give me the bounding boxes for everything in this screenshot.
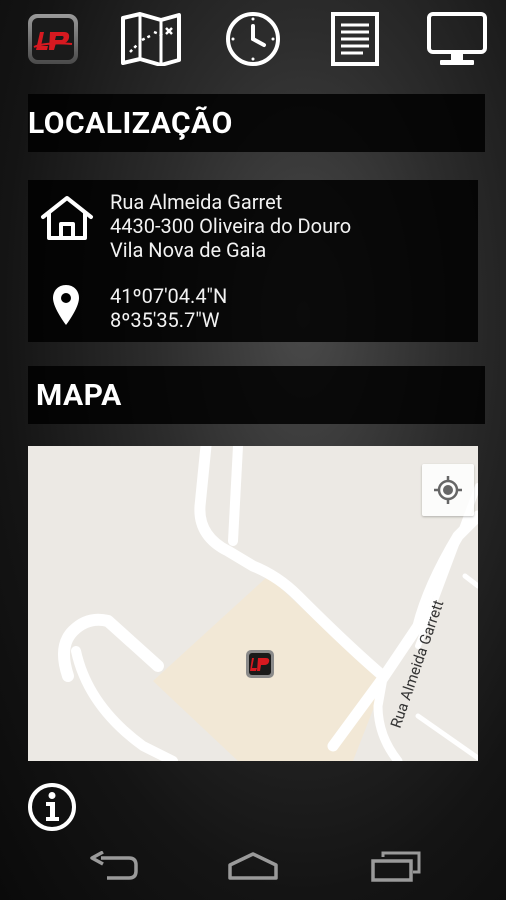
address-line-3: Vila Nova de Gaia [110,238,267,262]
location-info-box: Rua Almeida Garret 4430-300 Oliveira do … [28,180,478,342]
map-button[interactable] [120,10,182,68]
document-icon [331,12,379,66]
location-header: LOCALIZAÇÃO [28,94,485,152]
back-icon [90,851,138,880]
monitor-button[interactable] [426,10,488,68]
app-logo-icon [28,14,78,64]
address-line-2: 4430-300 Oliveira do Douro [110,214,352,238]
monitor-icon [427,12,487,65]
clock-icon [226,12,280,66]
home-nav-icon [228,852,278,880]
map-icon [121,12,181,66]
home-icon [41,196,93,240]
recents-button[interactable] [356,844,436,888]
map-header: MAPA [28,366,485,424]
my-location-button[interactable] [422,464,474,516]
app-logo-button[interactable] [22,10,84,68]
back-button[interactable] [74,844,154,888]
info-button[interactable] [26,781,78,833]
map-marker-icon[interactable] [246,650,274,678]
latitude: 41º07'04.4"N [110,284,228,308]
map-canvas: Rua Almeida Garrett [28,446,478,761]
clock-button[interactable] [222,10,284,68]
location-pin-icon [53,285,79,325]
info-icon [28,783,76,831]
top-toolbar [0,0,506,80]
my-location-icon [434,476,462,504]
address-line-1: Rua Almeida Garret [110,190,283,214]
map-view[interactable]: Rua Almeida Garrett [28,446,478,761]
longitude: 8º35'35.7"W [110,308,220,332]
recents-icon [371,851,421,882]
map-title: MAPA [36,377,122,413]
location-title: LOCALIZAÇÃO [28,105,233,141]
home-nav-button[interactable] [213,844,293,888]
document-button[interactable] [324,10,386,68]
system-nav-bar [0,830,506,900]
